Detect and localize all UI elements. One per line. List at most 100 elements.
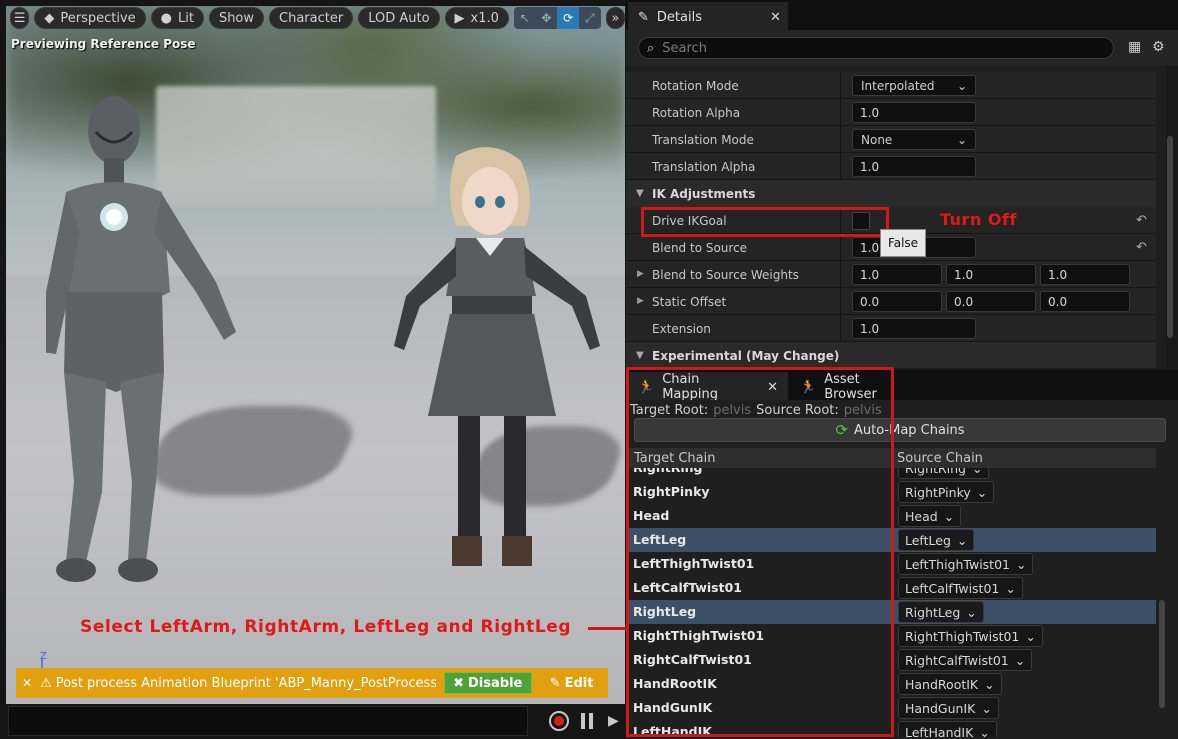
divider (840, 126, 841, 153)
offset-x-field[interactable]: 0.0 (852, 291, 942, 312)
source-chain-dropdown[interactable]: LeftCalfTwist01 ⌄ (898, 577, 1023, 599)
source-chain-value: LeftThighTwist01 (905, 556, 1010, 572)
character-button[interactable]: Character (269, 7, 354, 29)
category-ik-adjustments[interactable]: ▼ IK Adjustments (626, 180, 1156, 207)
weights-y-field[interactable]: 1.0 (946, 264, 1036, 285)
offset-z-field[interactable]: 0.0 (1040, 291, 1130, 312)
divider (840, 153, 841, 180)
chevron-down-icon: ⌄ (1025, 628, 1036, 644)
collapse-triangle-icon: ▼ (636, 188, 644, 199)
show-button[interactable]: Show (208, 7, 265, 29)
hamburger-icon: ☰ (13, 10, 26, 26)
disable-button[interactable]: ✖ Disable (443, 672, 532, 694)
axis-z-label: Z (40, 651, 47, 662)
viewport[interactable]: ☰ ◆ Perspective ● Lit Show Character LOD… (6, 6, 625, 704)
weights-z-field[interactable]: 1.0 (1040, 264, 1130, 285)
timeline-field[interactable] (8, 706, 528, 736)
source-chain-dropdown[interactable]: HandGunIK ⌄ (898, 697, 999, 719)
table-icon[interactable]: ▦ (1128, 39, 1141, 55)
turn-off-annotation: Turn Off (940, 210, 1017, 229)
source-chain-value: RightCalfTwist01 (905, 652, 1009, 668)
rotation-mode-dropdown[interactable]: Interpolated ⌄ (852, 75, 976, 96)
chain-scrollbar[interactable] (1159, 600, 1165, 708)
rotation-alpha-field[interactable]: 1.0 (852, 102, 976, 123)
source-chain-dropdown[interactable]: RightCalfTwist01 ⌄ (898, 649, 1033, 671)
more-options-button[interactable]: » (605, 7, 625, 29)
translation-mode-dropdown[interactable]: None ⌄ (852, 129, 976, 150)
record-button[interactable] (549, 711, 569, 731)
source-chain-value: LeftHandIK (905, 724, 974, 738)
source-chain-dropdown[interactable]: HandRootIK ⌄ (898, 673, 1002, 695)
translate-icon[interactable]: ✥ (536, 7, 558, 29)
reset-icon[interactable]: ↶ (1136, 213, 1147, 228)
row-extension: Extension 1.0 (626, 315, 1156, 342)
divider (840, 72, 841, 99)
pencil-icon: ✎ (638, 9, 649, 25)
source-chain-header[interactable]: Source Chain (897, 451, 983, 466)
lod-button[interactable]: LOD Auto (358, 7, 440, 29)
source-chain-dropdown[interactable]: RightThighTwist01 ⌄ (898, 625, 1043, 647)
translation-alpha-field[interactable]: 1.0 (852, 156, 976, 177)
edit-button[interactable]: ✎ Edit (550, 676, 594, 691)
source-chain-dropdown[interactable]: LeftLeg ⌄ (898, 529, 975, 551)
notification-message: Post process Animation Blueprint 'ABP_Ma… (55, 675, 436, 691)
source-chain-dropdown[interactable]: RightPinky ⌄ (898, 481, 995, 503)
divider (840, 288, 841, 315)
row-translation-alpha: Translation Alpha 1.0 (626, 153, 1156, 180)
annotation-line (588, 627, 628, 630)
expand-triangle-icon[interactable]: ▶ (637, 269, 644, 279)
pencil-icon: ✎ (549, 675, 561, 691)
preview-label: Previewing Reference Pose (11, 37, 196, 51)
rotate-icon[interactable]: ⟳ (557, 7, 579, 29)
chevron-down-icon: ⌄ (956, 532, 968, 548)
select-icon[interactable]: ↖ (514, 7, 536, 29)
source-chain-value: RightLeg (905, 604, 961, 620)
reset-icon[interactable]: ↶ (1136, 240, 1147, 255)
tab-details[interactable]: ✎ Details ✕ (628, 2, 788, 30)
chevron-down-icon: ⌄ (1016, 556, 1027, 572)
gear-icon[interactable]: ⚙ (1152, 39, 1165, 55)
expand-triangle-icon[interactable]: ▶ (637, 296, 644, 306)
search-input[interactable]: ⌕ Search (638, 37, 1114, 59)
source-chain-dropdown[interactable]: Head ⌄ (898, 505, 962, 527)
search-icon: ⌕ (647, 40, 655, 56)
row-rotation-mode: Rotation Mode Interpolated ⌄ (626, 72, 1156, 99)
playback-speed-button[interactable]: ▶ x1.0 (444, 7, 509, 29)
source-chain-dropdown[interactable]: RightLeg ⌄ (898, 601, 984, 623)
chevron-down-icon: ⌄ (956, 132, 967, 147)
play-icon: ▶ (454, 10, 465, 26)
source-chain-value: RightPinky (905, 484, 971, 500)
step-forward-button[interactable]: ▶ (608, 713, 620, 729)
select-annotation: Select LeftArm, RightArm, LeftLeg and Ri… (80, 617, 572, 637)
details-scrollbar[interactable] (1167, 136, 1173, 338)
pause-button[interactable] (581, 713, 593, 729)
divider (840, 234, 841, 261)
false-tooltip: False (880, 229, 926, 257)
bottom-bar (0, 704, 626, 739)
chevron-right-icon: » (611, 10, 620, 26)
source-chain-value: HandGunIK (905, 700, 976, 716)
close-icon[interactable]: ✕ (770, 10, 781, 25)
scale-icon[interactable]: ⤢ (579, 7, 601, 29)
extension-field[interactable]: 1.0 (852, 318, 976, 339)
sphere-icon: ● (160, 10, 172, 26)
source-chain-dropdown[interactable]: LeftThighTwist01 ⌄ (898, 553, 1034, 575)
source-chain-dropdown[interactable]: LeftHandIK ⌄ (898, 721, 997, 737)
robot-character (46, 96, 236, 582)
drive-ikgoal-highlight (641, 207, 889, 237)
offset-y-field[interactable]: 0.0 (946, 291, 1036, 312)
viewport-toolbar: ☰ ◆ Perspective ● Lit Show Character LOD… (6, 6, 625, 30)
chevron-down-icon: ⌄ (981, 700, 992, 716)
x-icon: ✖ (453, 675, 464, 691)
weights-x-field[interactable]: 1.0 (852, 264, 942, 285)
editor-window: ☰ ◆ Perspective ● Lit Show Character LOD… (0, 0, 1178, 739)
source-chain-value: Head (905, 508, 938, 524)
source-chain-value: LeftCalfTwist01 (905, 580, 1000, 596)
source-chain-value: HandRootIK (905, 676, 979, 692)
close-icon[interactable]: ✕ (22, 676, 32, 690)
category-experimental[interactable]: ▼ Experimental (May Change) (626, 342, 1156, 368)
hamburger-menu-button[interactable]: ☰ (10, 7, 30, 29)
perspective-button[interactable]: ◆ Perspective (34, 7, 146, 29)
lit-button[interactable]: ● Lit (150, 7, 204, 29)
chevron-down-icon: ⌄ (976, 484, 988, 500)
